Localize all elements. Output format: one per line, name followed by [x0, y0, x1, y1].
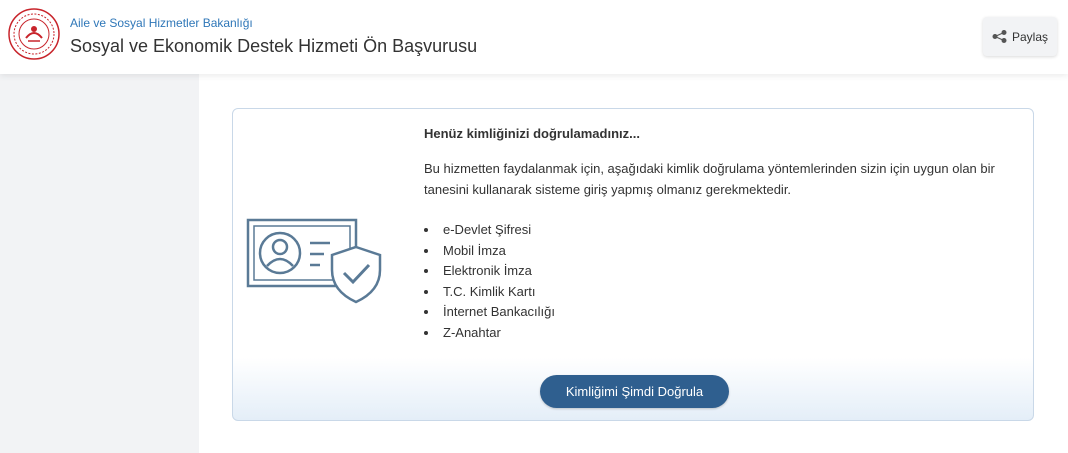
ministry-logo-icon[interactable]: [8, 8, 60, 60]
bullet-icon: [424, 289, 428, 294]
bullet-icon: [424, 330, 428, 335]
bullet-icon: [424, 248, 428, 253]
verify-identity-button[interactable]: Kimliğimi Şimdi Doğrula: [540, 375, 729, 408]
page-title: Sosyal ve Ekonomik Destek Hizmeti Ön Baş…: [70, 36, 478, 56]
list-item: Mobil İmza: [424, 241, 555, 262]
ministry-name[interactable]: Aile ve Sosyal Hizmetler Bakanlığı: [70, 16, 253, 30]
method-label: İnternet Bankacılığı: [443, 304, 556, 319]
list-item: e-Devlet Şifresi: [424, 220, 555, 241]
bullet-icon: [424, 310, 428, 315]
method-label: Elektronik İmza: [443, 263, 532, 278]
bullet-icon: [424, 228, 428, 233]
method-label: e-Devlet Şifresi: [443, 222, 532, 237]
method-label: T.C. Kimlik Kartı: [443, 283, 536, 299]
list-item: T.C. Kimlik Kartı: [424, 282, 555, 303]
share-icon: [992, 30, 1007, 43]
notice-description: Bu hizmetten faydalanmak için, aşağıdaki…: [424, 161, 995, 197]
share-label: Paylaş: [1011, 29, 1049, 44]
method-label: Mobil İmza: [443, 242, 506, 258]
bullet-icon: [424, 269, 428, 274]
id-card-shield-icon: [246, 218, 382, 304]
list-item: İnternet Bankacılığı: [424, 302, 555, 323]
verification-methods-list: e-Devlet Şifresi Mobil İmza Elektronik İ…: [424, 220, 555, 343]
method-label: Z-Anahtar: [443, 324, 501, 340]
top-bar: Aile ve Sosyal Hizmetler Bakanlığı Sosya…: [0, 0, 1068, 74]
share-button[interactable]: Paylaş: [983, 17, 1057, 56]
list-item: Z-Anahtar: [424, 323, 555, 344]
notice-title: Henüz kimliğinizi doğrulamadınız...: [424, 126, 640, 141]
list-item: Elektronik İmza: [424, 261, 555, 282]
sidebar: [0, 74, 199, 453]
